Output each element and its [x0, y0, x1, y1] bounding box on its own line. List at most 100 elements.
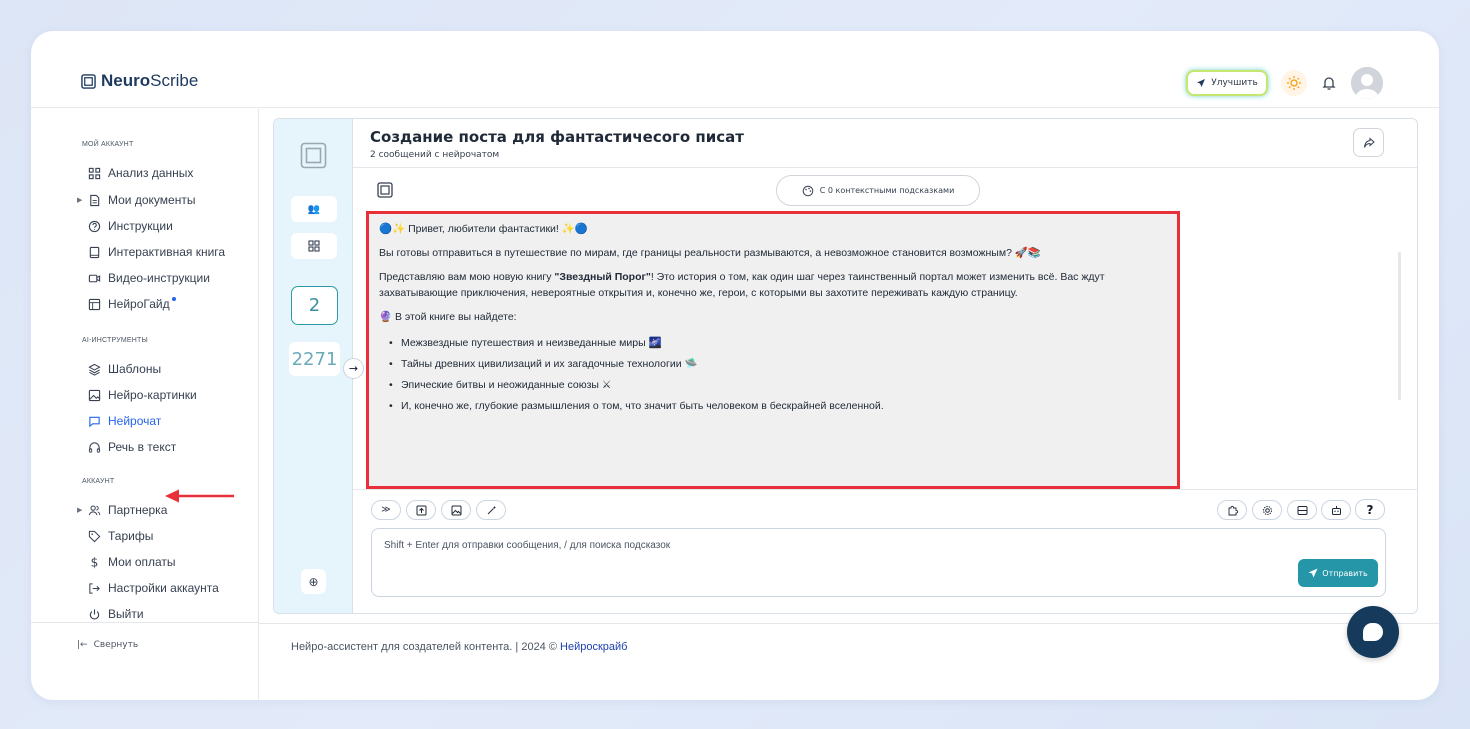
sidebar-item-tariffs[interactable]: Тарифы — [81, 526, 153, 546]
grid-icon — [87, 166, 102, 181]
logo-icon — [300, 142, 327, 169]
footer-link[interactable]: Нейроскрайб — [560, 641, 627, 653]
message-paragraph-1: Вы готовы отправиться в путешествие по м… — [379, 247, 1041, 259]
arrow-right-icon: → — [348, 362, 359, 375]
sidebar-item-label: Мои документы — [108, 193, 196, 207]
assistant-message: 🔵✨ Привет, любители фантастики! ✨🔵 Вы го… — [366, 211, 1180, 489]
layout-icon — [87, 297, 102, 312]
brand-name-bold: Neuro — [101, 71, 151, 90]
avatar[interactable] — [1351, 67, 1383, 99]
magic-wand-button[interactable] — [476, 500, 506, 520]
annotation-arrow-icon — [165, 489, 234, 503]
headphones-icon — [87, 440, 102, 455]
upgrade-button[interactable]: Улучшить — [1186, 70, 1268, 96]
upload-button[interactable] — [406, 500, 436, 520]
chevrons-down-icon: ≫ — [381, 505, 391, 515]
new-chat-button[interactable]: ⊕ — [301, 569, 326, 594]
image-icon — [451, 505, 461, 515]
collapse-toolbar-button[interactable]: ≫ — [371, 500, 401, 520]
send-button[interactable]: Отправить — [1298, 559, 1378, 587]
sidebar-item-data-analysis[interactable]: Анализ данных — [81, 163, 193, 183]
svg-text:$: $ — [91, 556, 99, 569]
help-button[interactable]: ? — [1355, 499, 1385, 520]
sidebar-item-label: Речь в текст — [108, 440, 177, 454]
sidebar-item-speech-to-text[interactable]: Речь в текст — [81, 437, 176, 457]
sidebar-item-label: Нейро-картинки — [108, 388, 197, 402]
share-button[interactable] — [1353, 128, 1384, 157]
expand-rail-button[interactable]: → — [343, 358, 364, 379]
caret-right-icon: ▶ — [77, 197, 83, 204]
message-input[interactable]: Shift + Enter для отправки сообщения, / … — [371, 528, 1386, 597]
logo-icon — [81, 73, 96, 89]
theme-toggle-button[interactable] — [1281, 70, 1307, 96]
bot-button[interactable] — [1321, 500, 1351, 520]
sidebar-item-label: Выйти — [108, 607, 144, 621]
layers-icon — [87, 362, 102, 377]
sidebar-item-interactive-book[interactable]: Интерактивная книга — [81, 242, 225, 262]
sun-icon — [1287, 76, 1301, 90]
sidebar-item-templates[interactable]: Шаблоны — [81, 359, 161, 379]
grid-button[interactable] — [291, 233, 337, 259]
sidebar: МОЙ АККАУНТ Анализ данных ▶ Мои документ… — [31, 109, 259, 700]
message-list-intro: 🔮 В этой книге вы найдете: — [379, 311, 517, 323]
plugin-button[interactable] — [1217, 500, 1247, 520]
settings-button[interactable] — [1252, 500, 1282, 520]
sidebar-item-my-documents[interactable]: ▶ Мои документы — [77, 190, 196, 210]
sidebar-item-label: Настройки аккаунта — [108, 581, 219, 595]
context-hints-pill[interactable]: С 0 контекстными подсказками — [776, 175, 980, 206]
layout-icon — [1297, 505, 1307, 515]
input-divider — [353, 489, 1417, 490]
sidebar-item-neurochat[interactable]: Нейрочат — [81, 411, 161, 431]
robot-icon — [1331, 505, 1341, 515]
section-title-account: АККАУНТ — [82, 478, 115, 485]
message-greeting: 🔵✨ Привет, любители фантастики! ✨🔵 — [379, 223, 588, 235]
message-list: Межзвездные путешествия и неизведанные м… — [379, 333, 1165, 417]
magic-wand-icon — [487, 505, 496, 514]
image-button[interactable] — [441, 500, 471, 520]
new-badge-dot — [171, 297, 176, 301]
book-icon — [87, 245, 102, 260]
message-paragraph-2: Представляю вам мою новую книгу "Звездны… — [379, 271, 1105, 299]
document-icon — [87, 193, 102, 208]
chat-rail: 👥 2 2271 ⊕ — [274, 119, 353, 613]
layout-button[interactable] — [1287, 500, 1317, 520]
gear-icon — [1262, 505, 1272, 515]
sidebar-item-video-instructions[interactable]: Видео-инструкции — [81, 268, 210, 288]
sidebar-item-label: НейроГайд — [108, 297, 170, 311]
list-item: И, конечно же, глубокие размышления о то… — [389, 396, 1165, 417]
brand-name-regular: Scribe — [150, 71, 199, 90]
sidebar-item-account-settings[interactable]: Настройки аккаунта — [81, 578, 219, 598]
paper-plane-icon — [1308, 568, 1318, 578]
collapse-icon: |← — [77, 640, 88, 650]
footer-text: Нейро-ассистент для создателей контента.… — [291, 641, 561, 653]
support-chat-button[interactable] — [1347, 606, 1399, 658]
login-icon — [87, 581, 102, 596]
sidebar-item-label: Инструкции — [108, 219, 173, 233]
sidebar-item-label: Анализ данных — [108, 166, 194, 180]
chat-subtitle: 2 сообщений с нейрочатом — [370, 150, 500, 160]
sidebar-item-neuro-images[interactable]: Нейро-картинки — [81, 385, 197, 405]
section-title-ai-tools: AI-ИНСТРУМЕНТЫ — [82, 337, 148, 344]
section-title-my-account: МОЙ АККАУНТ — [82, 141, 134, 148]
header-divider — [353, 167, 1417, 168]
users-button[interactable]: 👥 — [291, 196, 337, 222]
sidebar-item-label: Нейрочат — [108, 414, 162, 428]
sidebar-item-label: Мои оплаты — [108, 555, 176, 569]
app-window: NeuroScribe Улучшить МОЙ АККАУНТ Анализ … — [31, 31, 1439, 700]
chat-bubble-icon — [87, 414, 102, 429]
sidebar-item-partners[interactable]: ▶ Партнерка — [77, 500, 167, 520]
puzzle-icon — [1228, 505, 1238, 515]
sidebar-item-my-payments[interactable]: $ Мои оплаты — [81, 552, 176, 572]
sidebar-divider — [31, 622, 259, 623]
scrollbar[interactable] — [1398, 252, 1401, 400]
brand-logo[interactable]: NeuroScribe — [81, 71, 198, 91]
sidebar-item-instructions[interactable]: Инструкции — [81, 216, 173, 236]
token-count: 2271 — [289, 342, 340, 376]
user-icon — [1351, 67, 1383, 99]
bell-icon[interactable] — [1319, 73, 1339, 93]
help-circle-icon — [87, 219, 102, 234]
collapse-sidebar-button[interactable]: |← Свернуть — [77, 640, 138, 650]
sidebar-item-logout[interactable]: Выйти — [81, 604, 144, 624]
sidebar-item-neuroguide[interactable]: НейроГайд — [81, 294, 176, 314]
paper-plane-icon — [1197, 79, 1206, 87]
